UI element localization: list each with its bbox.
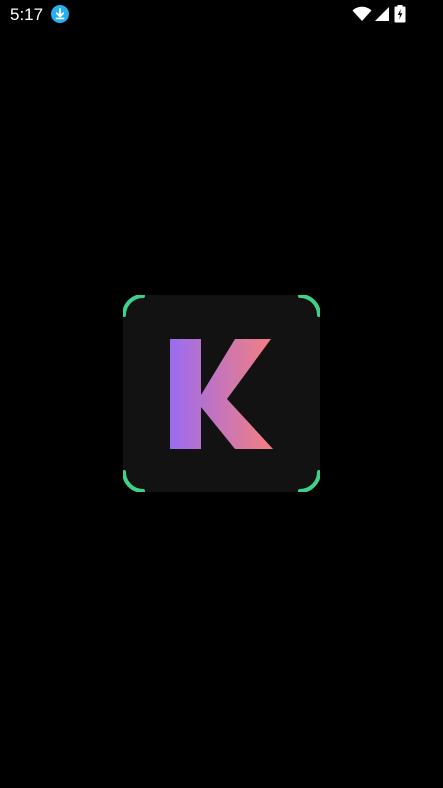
status-icons [352, 5, 412, 23]
splash-screen: 5:17 [0, 0, 443, 788]
status-time: 5:17 [10, 5, 44, 24]
wifi-icon [352, 6, 372, 21]
download-icon [51, 5, 69, 23]
battery-charging-icon [394, 5, 406, 23]
status-bar: 5:17 [0, 0, 443, 30]
cellular-signal-icon [375, 7, 389, 21]
app-logo [123, 295, 320, 492]
